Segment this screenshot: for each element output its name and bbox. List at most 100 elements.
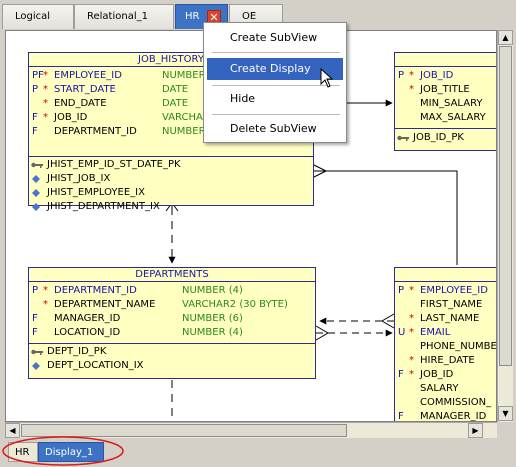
column-name: DEPARTMENT_ID: [54, 126, 137, 137]
menu-separator: [212, 52, 340, 53]
column-row: F MANAGER_ID NUMBER (6): [29, 312, 315, 326]
index-name: DEPT_LOCATION_IX: [47, 360, 144, 371]
index-icon: [32, 362, 40, 370]
mouse-pointer-icon: [320, 68, 334, 88]
column-name: LOCATION_ID: [54, 327, 121, 338]
column-name: EMPLOYEE_ID: [420, 285, 488, 296]
entity-employees[interactable]: P * EMPLOYEE_ID FIRST_NAME * LAST_NAME U * EM…: [394, 267, 497, 422]
key-flag: P: [398, 285, 405, 296]
required-marker: *: [43, 285, 48, 296]
tab-label: HR: [185, 11, 200, 22]
entity-title: [395, 53, 496, 67]
index-row: DEPT_LOCATION_IX: [29, 359, 315, 373]
index-name: JHIST_EMP_ID_ST_DATE_PK: [47, 159, 181, 170]
column-name: MANAGER_ID: [54, 313, 121, 324]
key-icon: [31, 349, 43, 355]
column-row: P * DEPARTMENT_ID NUMBER (4): [29, 284, 315, 298]
scroll-right-icon[interactable]: ▶: [468, 423, 483, 438]
key-flag: F: [32, 313, 38, 324]
column-name: END_DATE: [54, 98, 107, 109]
required-marker: *: [43, 84, 48, 95]
vertical-scrollbar[interactable]: ▲ ▼: [497, 30, 513, 422]
display-tab-bar: HR Display_1: [0, 436, 516, 466]
key-flag: U: [398, 327, 406, 338]
required-marker: *: [409, 285, 414, 296]
column-name: MANAGER_ID: [420, 411, 487, 422]
tab-logical[interactable]: Logical: [2, 4, 74, 29]
entity-columns: P * DEPARTMENT_ID NUMBER (4) * DEPARTMENT_NA…: [29, 282, 315, 344]
column-type: NUMBER (4): [182, 285, 243, 296]
entity-departments[interactable]: DEPARTMENTS P * DEPARTMENT_ID NUMBER (4) * D…: [28, 267, 316, 379]
scroll-down-icon[interactable]: ▼: [498, 406, 513, 421]
required-marker: *: [409, 84, 414, 95]
tab-label: OE: [242, 11, 257, 22]
index-name: JHIST_EMPLOYEE_IX: [47, 187, 145, 198]
key-flag: P: [398, 70, 405, 81]
column-row: * JOB_TITLE: [395, 83, 496, 97]
column-name: JOB_ID: [420, 369, 454, 380]
key-flag: F: [398, 411, 404, 422]
key-flag: F: [32, 327, 38, 338]
key-flag: F: [398, 369, 404, 380]
column-name: EMAIL: [420, 327, 451, 338]
column-row: * HIRE_DATE: [395, 354, 496, 368]
column-type: VARCHA: [162, 112, 203, 123]
index-name: JOB_ID_PK: [413, 132, 464, 143]
index-row: JHIST_EMPLOYEE_IX: [29, 186, 313, 200]
column-type: NUMBER: [162, 70, 206, 81]
column-row: COMMISSION_: [395, 396, 496, 410]
menu-item-delete-subview[interactable]: Delete SubView: [207, 118, 343, 140]
key-flag: P: [32, 285, 39, 296]
annotation-ellipse: [2, 436, 124, 466]
key-icon: [397, 135, 409, 141]
column-name: SALARY: [420, 383, 459, 394]
column-name: DEPARTMENT_NAME: [54, 299, 156, 310]
entity-title: DEPARTMENTS: [29, 268, 315, 282]
column-type: NUMBER (4): [182, 327, 243, 338]
column-type: VARCHAR2 (30 BYTE): [182, 299, 288, 310]
key-icon: [31, 162, 43, 168]
relationship-jobhistory-employees: [311, 163, 458, 265]
column-row: SALARY: [395, 382, 496, 396]
index-name: DEPT_ID_PK: [47, 346, 107, 357]
index-icon: [32, 189, 40, 197]
column-row: F LOCATION_ID NUMBER (4): [29, 326, 315, 340]
entity-columns: P * EMPLOYEE_ID FIRST_NAME * LAST_NAME U * EM…: [395, 282, 497, 422]
menu-item-hide[interactable]: Hide: [207, 88, 343, 110]
key-flag: F: [32, 112, 38, 123]
column-name: PHONE_NUMBE: [420, 341, 497, 352]
scroll-corner: [497, 422, 513, 438]
index-row: JHIST_DEPARTMENT_IX: [29, 200, 313, 214]
key-flag: F: [32, 126, 38, 137]
index-icon: [32, 175, 40, 183]
column-row: P * JOB_ID: [395, 69, 496, 83]
entity-columns: P * JOB_ID * JOB_TITLE MIN_SALARY MAX_SALAR…: [395, 67, 496, 129]
required-marker: *: [409, 369, 414, 380]
required-marker: *: [43, 70, 48, 81]
entity-jobs[interactable]: P * JOB_ID * JOB_TITLE MIN_SALARY MAX_SALAR…: [394, 52, 496, 151]
column-name: LAST_NAME: [420, 313, 480, 324]
required-marker: *: [43, 98, 48, 109]
tab-relational-1[interactable]: Relational_1: [74, 4, 174, 29]
required-marker: *: [409, 355, 414, 366]
index-row: JHIST_EMP_ID_ST_DATE_PK: [29, 158, 313, 172]
column-type: DATE: [162, 84, 189, 95]
column-name: COMMISSION_: [420, 397, 492, 408]
column-row: U * EMAIL: [395, 326, 496, 340]
column-row: * DEPARTMENT_NAME VARCHAR2 (30 BYTE): [29, 298, 315, 312]
menu-item-create-subview[interactable]: Create SubView: [207, 27, 343, 49]
entity-indexes: JHIST_EMP_ID_ST_DATE_PK JHIST_JOB_IX JHI…: [29, 157, 313, 214]
column-name: JOB_ID: [54, 112, 88, 123]
column-name: JOB_ID: [420, 70, 454, 81]
column-name: START_DATE: [54, 84, 116, 95]
column-row: * LAST_NAME: [395, 312, 496, 326]
column-name: MAX_SALARY: [420, 112, 486, 123]
tab-label: Relational_1: [87, 11, 148, 22]
vertical-scroll-thumb[interactable]: [499, 46, 512, 366]
column-name: EMPLOYEE_ID: [54, 70, 122, 81]
required-marker: *: [43, 299, 48, 310]
column-row: PHONE_NUMBE: [395, 340, 497, 354]
column-row: MIN_SALARY: [395, 97, 496, 111]
index-row: JOB_ID_PK: [395, 131, 496, 145]
scroll-up-icon[interactable]: ▲: [498, 30, 513, 45]
